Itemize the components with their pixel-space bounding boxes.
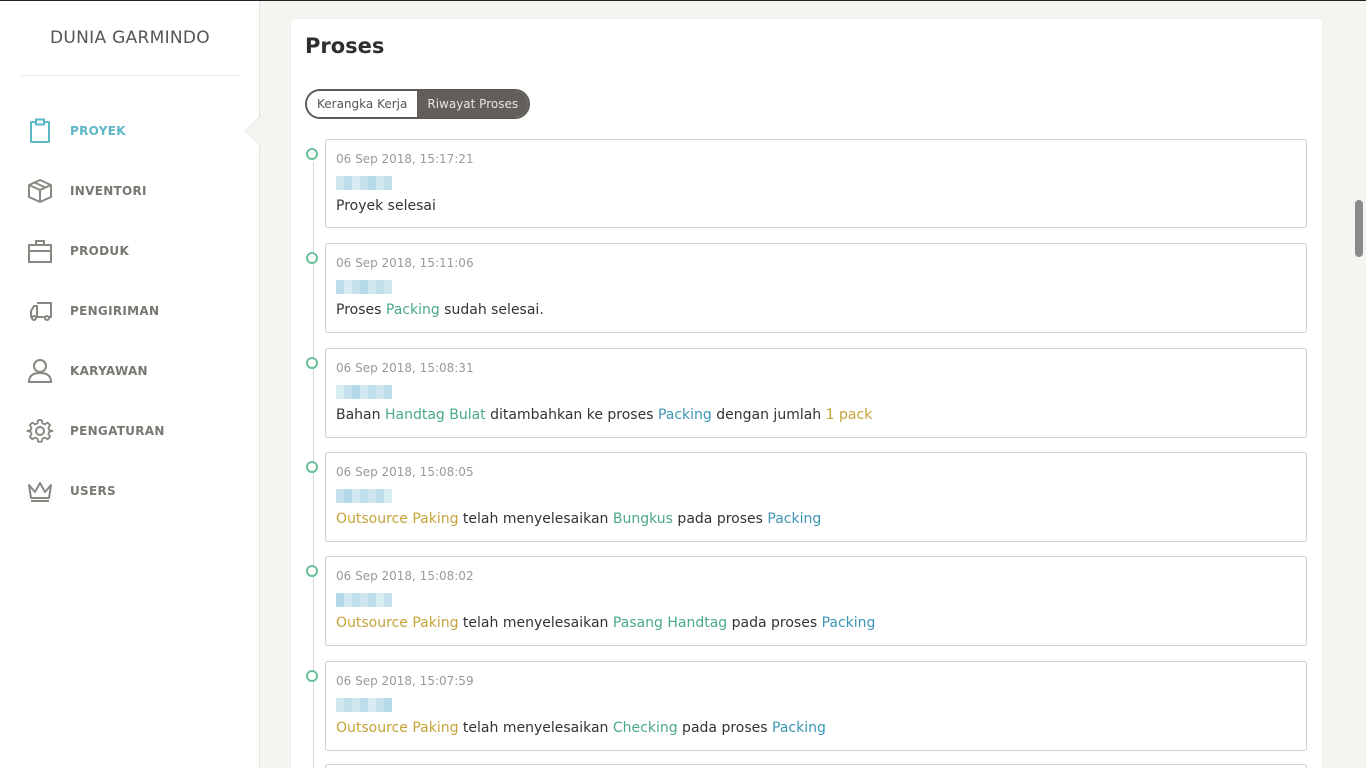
- entry-highlight[interactable]: Outsource Paking: [336, 511, 458, 527]
- entry-text-segment: telah menyelesaikan: [458, 719, 613, 736]
- entry-highlight[interactable]: Outsource Paking: [336, 615, 458, 631]
- sidebar-item-label: KARYAWAN: [70, 364, 148, 378]
- truck-icon: [26, 297, 54, 325]
- entry-message: Outsource Paking telah menyelesaikan Bun…: [336, 511, 821, 527]
- entry-highlight[interactable]: Packing: [772, 720, 826, 736]
- entry-message: Outsource Paking telah menyelesaikan Che…: [336, 720, 826, 736]
- box-icon: [26, 177, 54, 205]
- timeline-entry: 06 Sep 2018, 15:17:21 Proyek selesai: [325, 139, 1307, 228]
- entry-user-avatar-blurred: [336, 176, 392, 190]
- entry-text-segment: Bahan: [336, 406, 385, 423]
- sidebar-item-karyawan[interactable]: KARYAWAN: [0, 341, 260, 401]
- brand-divider: [20, 75, 240, 76]
- sidebar-item-proyek[interactable]: PROYEK: [0, 101, 261, 161]
- sidebar-item-label: INVENTORI: [70, 184, 147, 198]
- entry-highlight[interactable]: 1 pack: [826, 407, 873, 423]
- sidebar-nav: PROYEK INVENTORI PRODUK PENGIRIMAN KARYAWAN P…: [0, 101, 261, 521]
- timeline-entry-partial: [325, 764, 1307, 768]
- sidebar: DUNIA GARMINDO PROYEK INVENTORI PRODUK PENG…: [0, 0, 261, 768]
- user-icon: [26, 357, 54, 385]
- entry-user-avatar-blurred: [336, 488, 392, 503]
- entry-user-avatar-blurred: [336, 697, 392, 712]
- timeline-entry: 06 Sep 2018, 15:11:06 Proses Packing suda…: [325, 243, 1307, 334]
- entry-highlight[interactable]: Pasang Handtag: [613, 615, 727, 631]
- entry-user-avatar-blurred: [336, 384, 392, 399]
- entry-text-segment: ditambahkan ke proses: [485, 406, 658, 423]
- entry-highlight[interactable]: Checking: [613, 720, 678, 736]
- sidebar-item-users[interactable]: USERS: [0, 461, 260, 521]
- timeline-entry: 06 Sep 2018, 15:08:02 Outsource Paking te…: [325, 556, 1307, 647]
- entry-text-segment: sudah selesai.: [439, 302, 544, 319]
- sidebar-item-produk[interactable]: PRODUK: [0, 221, 260, 281]
- view-toggle: Kerangka Kerja Riwayat Proses: [305, 89, 531, 119]
- tab-riwayat-proses[interactable]: Riwayat Proses: [417, 91, 529, 117]
- entry-text-segment: Proses: [336, 302, 386, 319]
- entry-message: Bahan Handtag Bulat ditambahkan ke prose…: [336, 407, 872, 423]
- entry-highlight[interactable]: Handtag Bulat: [385, 407, 486, 423]
- timeline-entry: 06 Sep 2018, 15:08:05 Outsource Paking te…: [325, 451, 1307, 542]
- entry-text-segment: telah menyelesaikan: [458, 615, 613, 632]
- sidebar-item-pengaturan[interactable]: PENGATURAN: [0, 401, 260, 461]
- page-title: Proses: [305, 34, 385, 58]
- scrollbar-thumb[interactable]: [1355, 200, 1363, 257]
- entry-text-segment: pada proses: [677, 719, 772, 736]
- entry-user-avatar-blurred: [336, 280, 392, 295]
- entry-highlight[interactable]: Packing: [822, 615, 876, 631]
- timeline-dot: [306, 148, 318, 160]
- entry-text-segment: telah menyelesaikan: [458, 510, 613, 527]
- entry-timestamp: 06 Sep 2018, 15:08:02: [336, 569, 474, 584]
- entry-highlight[interactable]: Bungkus: [613, 511, 673, 527]
- sidebar-item-label: PENGATURAN: [70, 424, 165, 438]
- sidebar-item-label: PENGIRIMAN: [70, 304, 160, 318]
- entry-text-segment: Proyek selesai: [336, 198, 436, 214]
- entry-highlight[interactable]: Packing: [658, 407, 712, 423]
- active-indicator-arrow: [245, 115, 261, 147]
- timeline-dot: [306, 669, 318, 682]
- entry-timestamp: 06 Sep 2018, 15:07:59: [336, 673, 474, 688]
- timeline-dot: [306, 356, 318, 369]
- entry-highlight[interactable]: Outsource Paking: [336, 720, 458, 736]
- entry-timestamp: 06 Sep 2018, 15:17:21: [336, 152, 474, 166]
- entry-timestamp: 06 Sep 2018, 15:08:05: [336, 464, 474, 479]
- timeline-dot: [306, 460, 318, 473]
- entry-message: Proses Packing sudah selesai.: [336, 302, 544, 318]
- tab-kerangka-kerja[interactable]: Kerangka Kerja: [307, 91, 418, 117]
- entry-timestamp: 06 Sep 2018, 15:11:06: [336, 256, 474, 271]
- clipboard-icon: [26, 117, 54, 145]
- entry-text-segment: pada proses: [672, 510, 768, 527]
- sidebar-item-label: USERS: [70, 484, 116, 498]
- sidebar-item-label: PRODUK: [70, 244, 130, 258]
- entry-text-segment: pada proses: [727, 615, 822, 632]
- entry-text-segment: dengan jumlah: [711, 406, 826, 423]
- sidebar-item-inventori[interactable]: INVENTORI: [0, 161, 260, 221]
- entry-highlight[interactable]: Packing: [767, 511, 821, 527]
- entry-timestamp: 06 Sep 2018, 15:08:31: [336, 360, 474, 375]
- entry-message: Outsource Paking telah menyelesaikan Pas…: [336, 615, 875, 631]
- sidebar-item-pengiriman[interactable]: PENGIRIMAN: [0, 281, 260, 341]
- timeline-entry: 06 Sep 2018, 15:07:59 Outsource Paking te…: [325, 660, 1307, 751]
- timeline-entry: 06 Sep 2018, 15:08:31 Bahan Handtag Bulat…: [325, 347, 1307, 438]
- entry-user-avatar-blurred: [336, 593, 392, 608]
- crown-icon: [26, 477, 54, 505]
- briefcase-icon: [26, 237, 54, 265]
- page-scrollbar[interactable]: [1349, 0, 1366, 768]
- sidebar-item-label: PROYEK: [70, 124, 126, 138]
- brand-title: DUNIA GARMINDO: [50, 28, 210, 48]
- top-border: [0, 0, 1366, 1]
- entry-highlight[interactable]: Packing: [386, 302, 440, 318]
- entry-message: Proyek selesai: [336, 198, 436, 214]
- gear-icon: [26, 417, 54, 445]
